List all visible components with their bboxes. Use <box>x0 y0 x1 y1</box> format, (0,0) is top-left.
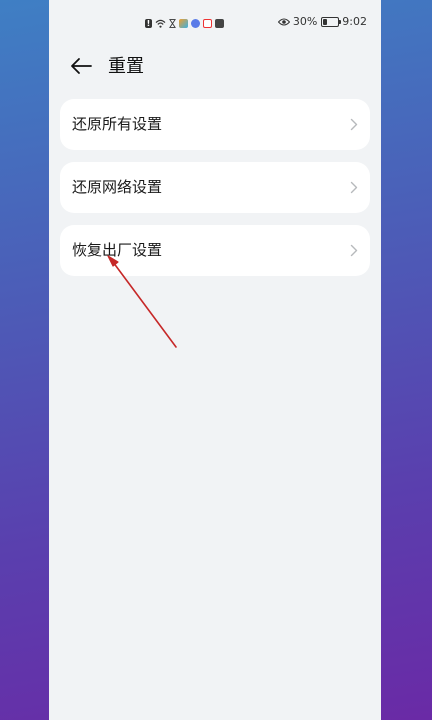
notification-icons: ! <box>145 17 224 29</box>
option-label: 还原网络设置 <box>72 178 163 196</box>
wifi-icon <box>155 19 166 28</box>
app-icon <box>179 18 188 28</box>
battery-percent: 30% <box>292 15 318 28</box>
app-icon <box>203 18 212 28</box>
status-bar: ! 30% 9:02 <box>49 0 381 46</box>
alert-icon: ! <box>145 18 152 28</box>
option-label: 恢复出厂设置 <box>72 241 163 259</box>
hourglass-icon <box>169 18 176 28</box>
battery-icon <box>321 16 342 27</box>
chevron-right-icon <box>350 181 358 194</box>
chevron-right-icon <box>350 118 358 131</box>
back-arrow-icon[interactable] <box>69 56 93 76</box>
page-title: 重置 <box>108 56 144 77</box>
clock: 9:02 <box>342 15 367 28</box>
status-right: 30% 9:02 <box>277 15 367 28</box>
phone-screen: ! 30% 9:02 重置 还原所有设置 还原网络设置 恢复出厂设置 <box>49 0 381 720</box>
app-icon <box>215 18 224 28</box>
app-icon <box>191 18 200 28</box>
page-header: 重置 <box>49 48 381 86</box>
chevron-right-icon <box>350 244 358 257</box>
option-reset-network-settings[interactable]: 还原网络设置 <box>60 162 370 213</box>
option-reset-all-settings[interactable]: 还原所有设置 <box>60 99 370 150</box>
eye-icon <box>277 18 290 25</box>
option-factory-reset[interactable]: 恢复出厂设置 <box>60 225 370 276</box>
option-label: 还原所有设置 <box>72 115 163 133</box>
